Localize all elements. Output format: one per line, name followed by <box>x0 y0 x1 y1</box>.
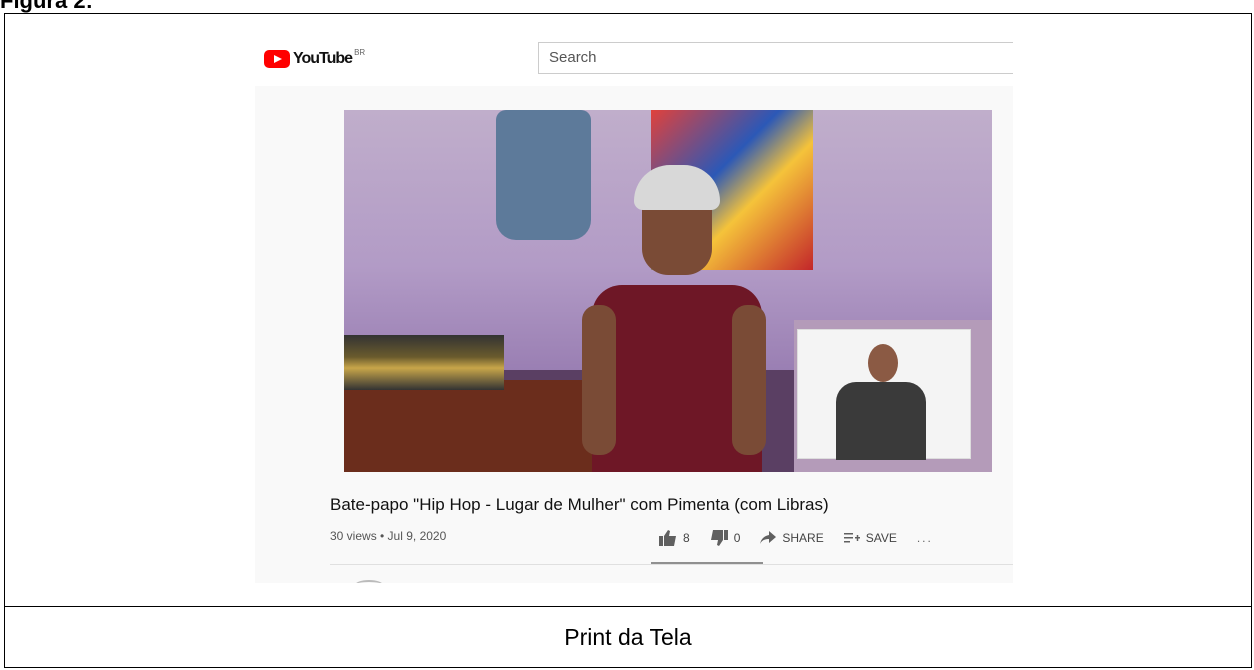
youtube-logo[interactable]: YouTube BR <box>264 47 366 68</box>
playlist-add-icon <box>843 533 860 543</box>
save-button[interactable]: SAVE <box>843 531 897 545</box>
presenter-arm-right <box>732 305 766 455</box>
share-arrow-icon <box>760 531 777 544</box>
avatar <box>355 580 383 583</box>
sign-language-interpreter-inset <box>797 329 971 460</box>
share-label: SHARE <box>782 531 824 545</box>
dislike-count: 0 <box>733 531 741 545</box>
video-scene-table <box>344 380 604 472</box>
like-count: 8 <box>683 531 690 545</box>
figure-label: Figura 2: <box>0 0 93 13</box>
figure-caption: Print da Tela <box>564 623 692 650</box>
youtube-wordmark: YouTube <box>293 50 353 67</box>
youtube-screenshot: YouTube BR Search Bate-papo "Hip Hop - L… <box>255 30 1013 583</box>
interpreter-head <box>868 344 898 382</box>
video-actions: 8 0 SHARE SAVE ... <box>659 530 933 546</box>
thumbs-up-icon <box>659 530 676 546</box>
youtube-header: YouTube BR Search <box>255 30 1013 86</box>
region-code: BR <box>354 47 366 57</box>
video-scene-books <box>344 335 504 390</box>
youtube-play-icon <box>264 50 290 68</box>
video-presenter <box>572 165 772 472</box>
interpreter-body <box>836 382 926 460</box>
presenter-arm-left <box>582 305 616 455</box>
video-meta: 30 views • Jul 9, 2020 <box>330 529 447 543</box>
share-button[interactable]: SHARE <box>760 531 824 545</box>
video-player[interactable] <box>344 110 992 472</box>
more-actions-button[interactable]: ... <box>917 531 933 545</box>
section-divider <box>330 564 1013 565</box>
like-button[interactable]: 8 <box>659 530 690 546</box>
video-title: Bate-papo "Hip Hop - Lugar de Mulher" co… <box>330 495 829 514</box>
thumbs-down-icon <box>710 530 728 546</box>
save-label: SAVE <box>865 531 897 545</box>
presenter-headscarf <box>634 165 720 210</box>
dislike-button[interactable]: 0 <box>710 530 741 546</box>
search-input[interactable]: Search <box>538 42 1013 74</box>
